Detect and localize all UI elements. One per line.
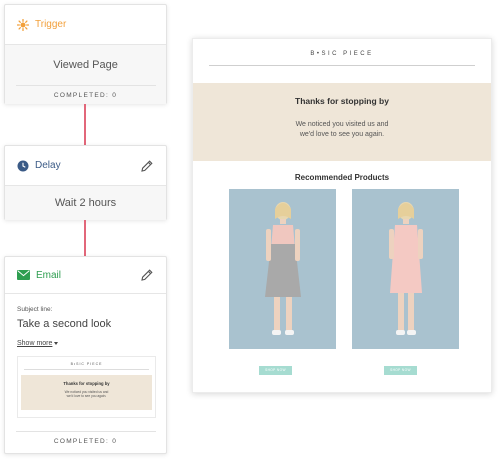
thumbnail-banner: Thanks for stopping by We noticed you vi… [21,375,152,410]
email-preview: B•SIC PIECE Thanks for stopping by We no… [192,38,492,393]
thumbnail-logo: B•SIC PIECE [70,362,103,366]
clock-icon [17,160,29,171]
trigger-body: Viewed Page COMPLETED: 0 [5,45,166,104]
show-more-link[interactable]: Show more [17,340,59,347]
divider [209,65,475,66]
trigger-completed-count: COMPLETED: 0 [53,92,118,99]
thumbnail-text: We noticed you visited us and we'd love … [21,390,152,398]
hero-text: We noticed you visited us and we'd love … [193,120,491,140]
brand-logo: B•SIC PIECE [310,51,374,57]
divider [15,431,156,432]
caret-down-icon [54,341,59,345]
thumbnail-heading: Thanks for stopping by [63,381,110,386]
hero-banner: Thanks for stopping by We noticed you vi… [193,83,491,161]
product-image-pink-dress[interactable] [352,189,459,349]
email-header: Email [5,257,166,294]
delay-title: Delay [35,160,61,171]
email-title: Email [36,269,62,281]
show-more-label: Show more [17,340,53,347]
email-body: Subject line: Take a second look Show mo… [5,294,166,418]
email-completed-count: COMPLETED: 0 [53,438,118,445]
thumbnail-text-line2: we'd love to see you again. [66,394,107,399]
delay-body: Wait 2 hours [5,186,166,220]
hero-heading: Thanks for stopping by [295,96,389,106]
delay-wait: Wait 2 hours [54,197,117,209]
email-footer: COMPLETED: 0 [5,431,166,445]
email-thumbnail[interactable]: B•SIC PIECE Thanks for stopping by We no… [17,356,156,418]
delay-card[interactable]: Delay Wait 2 hours [4,145,167,220]
trigger-header: Trigger [5,5,166,45]
email-card[interactable]: Email Subject line: Take a second look S… [4,256,167,454]
hero-text-line2: we'd love to see you again. [299,131,385,138]
trigger-card[interactable]: Trigger Viewed Page COMPLETED: 0 [4,4,167,104]
subject-label: Subject line: [17,306,53,313]
divider [24,369,149,370]
sun-icon [17,18,29,31]
shop-now-button[interactable]: SHOP NOW [259,366,292,375]
trigger-event: Viewed Page [53,59,118,71]
trigger-title: Trigger [35,19,67,30]
recommended-heading: Recommended Products [294,173,390,182]
pencil-icon[interactable] [140,268,154,282]
divider [15,85,156,86]
envelope-icon [17,270,30,280]
subject-value: Take a second look [17,318,112,330]
pencil-icon[interactable] [140,159,154,173]
product-image-grey-dress[interactable] [229,189,336,349]
hero-text-line1: We noticed you visited us and [295,121,389,128]
shop-now-button[interactable]: SHOP NOW [384,366,417,375]
delay-header: Delay [5,146,166,186]
